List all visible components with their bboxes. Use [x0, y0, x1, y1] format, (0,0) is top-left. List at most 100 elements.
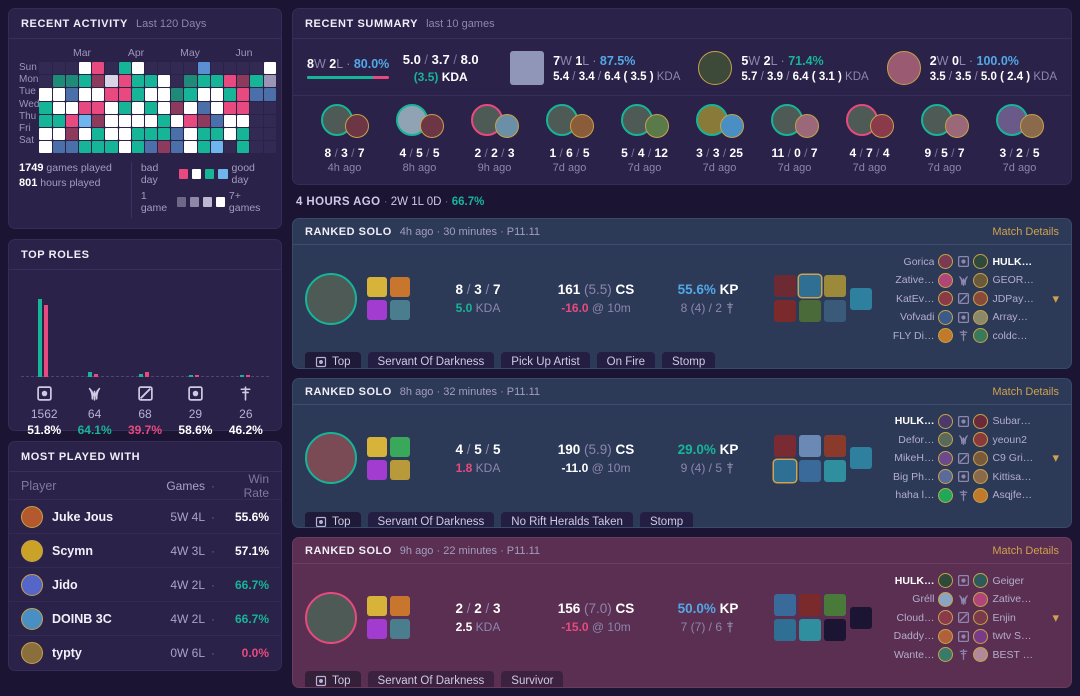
item-slot-6[interactable]	[824, 459, 847, 482]
team-left-player[interactable]: HULK…	[880, 572, 954, 589]
heatmap-cell[interactable]	[131, 62, 144, 75]
heatmap-cell[interactable]	[237, 101, 250, 114]
item-slot-5[interactable]	[799, 459, 822, 482]
heatmap-cell[interactable]	[92, 88, 105, 101]
heatmap-cell[interactable]	[118, 75, 131, 88]
team-left-player[interactable]: Cloud…	[880, 609, 954, 626]
heatmap-cell[interactable]	[39, 75, 52, 88]
heatmap-cell[interactable]	[144, 114, 158, 127]
item-slot-2[interactable]	[799, 594, 822, 617]
match-card[interactable]: RANKED SOLO 8h ago · 32 minutes · P11.11 M…	[292, 377, 1072, 529]
heatmap-cell[interactable]	[184, 141, 197, 154]
heatmap-cell[interactable]	[197, 141, 210, 154]
heatmap-cell[interactable]	[197, 101, 210, 114]
heatmap-cell[interactable]	[65, 101, 78, 114]
heatmap-cell[interactable]	[184, 62, 197, 75]
heatmap-cell[interactable]	[158, 88, 171, 101]
heatmap-cell[interactable]	[118, 127, 131, 141]
summoner-spell-2[interactable]	[390, 277, 410, 297]
heatmap-cell[interactable]	[105, 141, 118, 154]
match-card[interactable]: RANKED SOLO 4h ago · 30 minutes · P11.11 M…	[292, 218, 1072, 369]
item-slot-1[interactable]	[774, 434, 797, 457]
team-left-player[interactable]: Gréll	[880, 591, 954, 608]
heatmap-cell[interactable]	[184, 75, 197, 88]
heatmap-cell[interactable]	[105, 75, 118, 88]
heatmap-cell[interactable]	[210, 75, 224, 88]
match-tag[interactable]: No Rift Heralds Taken	[501, 511, 633, 528]
recent-game[interactable]: 8 / 3 / 7 4h ago	[307, 102, 382, 174]
heatmap-cell[interactable]	[144, 75, 158, 88]
heatmap-cell[interactable]	[224, 127, 237, 141]
summoner-spell-3[interactable]	[367, 459, 387, 480]
heatmap-cell[interactable]	[263, 62, 276, 75]
team-right-player[interactable]: Array…	[973, 309, 1046, 326]
recent-game[interactable]: 4 / 5 / 5 8h ago	[382, 102, 457, 174]
most-played-row[interactable]: Jido 4W 2L · 66.7%	[9, 568, 281, 603]
heatmap-cell[interactable]	[39, 127, 52, 141]
match-details-link[interactable]: Match Details	[992, 545, 1059, 557]
recent-game[interactable]: 5 / 4 / 12 7d ago	[607, 102, 682, 174]
heatmap-cell[interactable]	[210, 101, 224, 114]
team-right-player[interactable]: Subar…	[973, 413, 1046, 430]
match-tag[interactable]: Survivor	[501, 671, 564, 688]
heatmap-cell[interactable]	[210, 88, 224, 101]
team-left-player[interactable]: Zative…	[880, 272, 954, 289]
match-tag[interactable]: Top	[305, 671, 361, 688]
heatmap-cell[interactable]	[184, 101, 197, 114]
heatmap-cell[interactable]	[210, 114, 224, 127]
chevron-down-icon[interactable]: ▾	[1052, 291, 1059, 307]
item-slot-1[interactable]	[774, 594, 797, 617]
summary-champion-1[interactable]: 7W 1L · 87.5% 5.4 / 3.4 / 6.4 ( 3.5 ) KDA	[510, 51, 680, 85]
team-right-player[interactable]: Zative…	[973, 591, 1046, 608]
item-slot-2[interactable]	[799, 275, 822, 297]
heatmap-cell[interactable]	[92, 62, 105, 75]
match-tag[interactable]: Servant Of Darkness	[367, 671, 495, 688]
team-right-player[interactable]: Kittisa…	[973, 468, 1046, 485]
heatmap-cell[interactable]	[184, 114, 197, 127]
heatmap-cell[interactable]	[237, 127, 250, 141]
role-bar-pair-top[interactable]	[37, 299, 48, 378]
role-bar-pair-mid[interactable]	[138, 372, 149, 378]
item-slot-6[interactable]	[824, 619, 847, 642]
heatmap-cell[interactable]	[105, 114, 118, 127]
heatmap-cell[interactable]	[158, 75, 171, 88]
heatmap-cell[interactable]	[52, 141, 65, 154]
heatmap-cell[interactable]	[118, 101, 131, 114]
heatmap-cell[interactable]	[39, 62, 52, 75]
heatmap-cell[interactable]	[263, 114, 276, 127]
role-column-adc[interactable]: 29 58.6%	[170, 383, 220, 437]
team-left-player[interactable]: Big Ph…	[880, 468, 954, 485]
item-slot-5[interactable]	[799, 619, 822, 642]
role-bar-pair-adc[interactable]	[189, 375, 200, 378]
heatmap-cell[interactable]	[224, 62, 237, 75]
heatmap-cell[interactable]	[65, 88, 78, 101]
trinket-slot[interactable]	[850, 447, 873, 470]
item-slot-4[interactable]	[774, 300, 797, 322]
team-right-player[interactable]: Asqjfe…	[973, 487, 1046, 504]
summoner-spell-3[interactable]	[367, 619, 387, 640]
team-left-player[interactable]: haha l…	[880, 487, 954, 504]
heatmap-cell[interactable]	[250, 114, 263, 127]
most-played-row[interactable]: Scymn 4W 3L · 57.1%	[9, 534, 281, 569]
recent-game[interactable]: 1 / 6 / 5 7d ago	[532, 102, 607, 174]
summoner-spell-4[interactable]	[390, 619, 410, 640]
heatmap-cell[interactable]	[118, 88, 131, 101]
heatmap-cell[interactable]	[144, 62, 158, 75]
heatmap-cell[interactable]	[92, 101, 105, 114]
summoner-spell-1[interactable]	[367, 436, 387, 457]
heatmap-cell[interactable]	[131, 88, 144, 101]
heatmap-cell[interactable]	[237, 141, 250, 154]
heatmap-cell[interactable]	[65, 141, 78, 154]
summoner-spell-1[interactable]	[367, 277, 387, 297]
heatmap-cell[interactable]	[237, 62, 250, 75]
heatmap-cell[interactable]	[197, 75, 210, 88]
most-played-row[interactable]: Juke Jous 5W 4L · 55.6%	[9, 500, 281, 535]
heatmap-cell[interactable]	[118, 141, 131, 154]
item-slot-4[interactable]	[774, 459, 797, 482]
summoner-spell-4[interactable]	[390, 459, 410, 480]
team-right-player[interactable]: GEOR…	[973, 272, 1046, 289]
team-left-player[interactable]: Defor…	[880, 431, 954, 448]
role-column-jungle[interactable]: 64 64.1%	[69, 383, 119, 437]
heatmap-cell[interactable]	[105, 88, 118, 101]
heatmap-cell[interactable]	[65, 62, 78, 75]
